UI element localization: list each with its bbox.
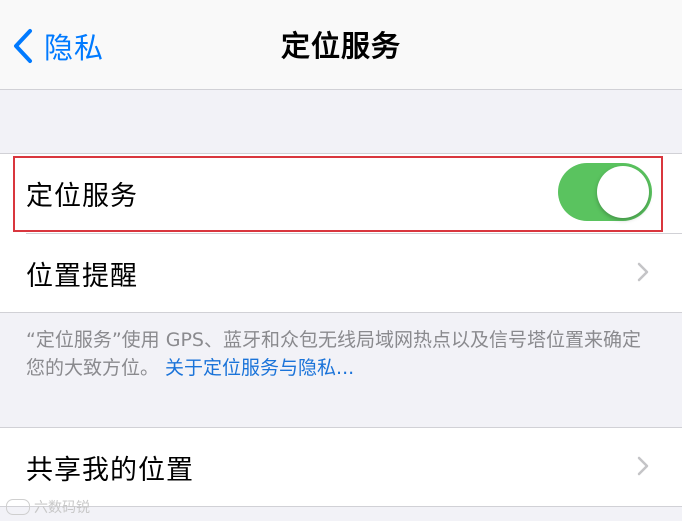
location-services-label: 定位服务 xyxy=(26,181,138,212)
chevron-right-icon xyxy=(636,455,650,481)
watermark: 六数码锐 xyxy=(6,497,90,517)
footnote: “定位服务”使用 GPS、蓝牙和众包无线局域网热点以及信号塔位置来确定您的大致方… xyxy=(26,326,646,382)
share-my-location-label: 共享我的位置 xyxy=(26,455,194,486)
watermark-logo-icon xyxy=(6,499,30,515)
location-alerts-row[interactable]: 位置提醒 xyxy=(0,234,682,313)
share-my-location-row[interactable]: 共享我的位置 xyxy=(0,428,682,507)
page-title: 定位服务 xyxy=(280,29,401,63)
settings-group-share: 共享我的位置 xyxy=(0,427,682,507)
toggle-knob xyxy=(597,166,649,218)
watermark-text: 六数码锐 xyxy=(34,500,90,516)
location-services-toggle[interactable] xyxy=(558,163,652,221)
privacy-link[interactable]: 关于定位服务与隐私... xyxy=(165,357,354,379)
chevron-right-icon xyxy=(636,261,650,287)
location-alerts-label: 位置提醒 xyxy=(26,261,138,292)
navigation-bar: 隐私 定位服务 xyxy=(0,0,682,90)
